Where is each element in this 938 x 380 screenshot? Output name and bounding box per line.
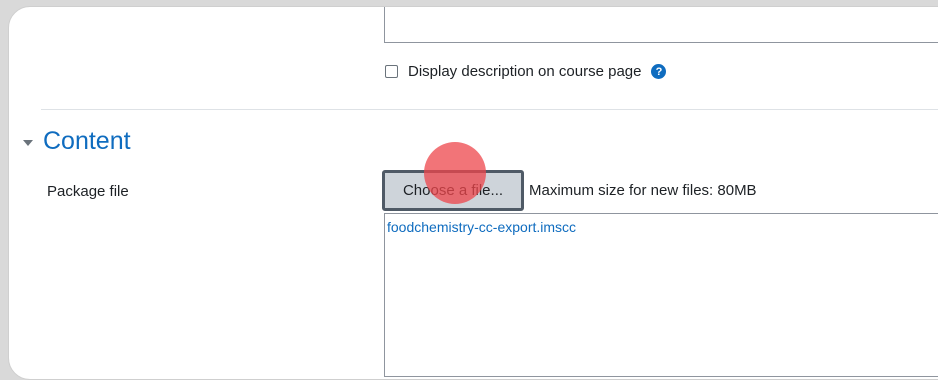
display-description-checkbox[interactable] xyxy=(385,65,398,78)
form-frame: Display description on course page ? Con… xyxy=(8,6,938,380)
max-size-text: Maximum size for new files: 80MB xyxy=(529,182,757,199)
content-section-header[interactable]: Content xyxy=(23,127,131,156)
caret-down-icon[interactable] xyxy=(23,139,33,146)
display-description-label: Display description on course page xyxy=(408,63,642,80)
question-circle-icon[interactable]: ? xyxy=(651,64,667,79)
display-description-row: Display description on course page ? xyxy=(385,63,667,80)
content-section-title: Content xyxy=(43,127,131,155)
file-drop-area[interactable]: foodchemistry-cc-export.imscc xyxy=(384,213,938,377)
section-divider xyxy=(41,109,938,110)
uploaded-file-link[interactable]: foodchemistry-cc-export.imscc xyxy=(387,219,576,235)
description-editor[interactable] xyxy=(384,7,938,43)
choose-file-button[interactable]: Choose a file... xyxy=(382,170,524,211)
package-file-label: Package file xyxy=(47,183,129,200)
